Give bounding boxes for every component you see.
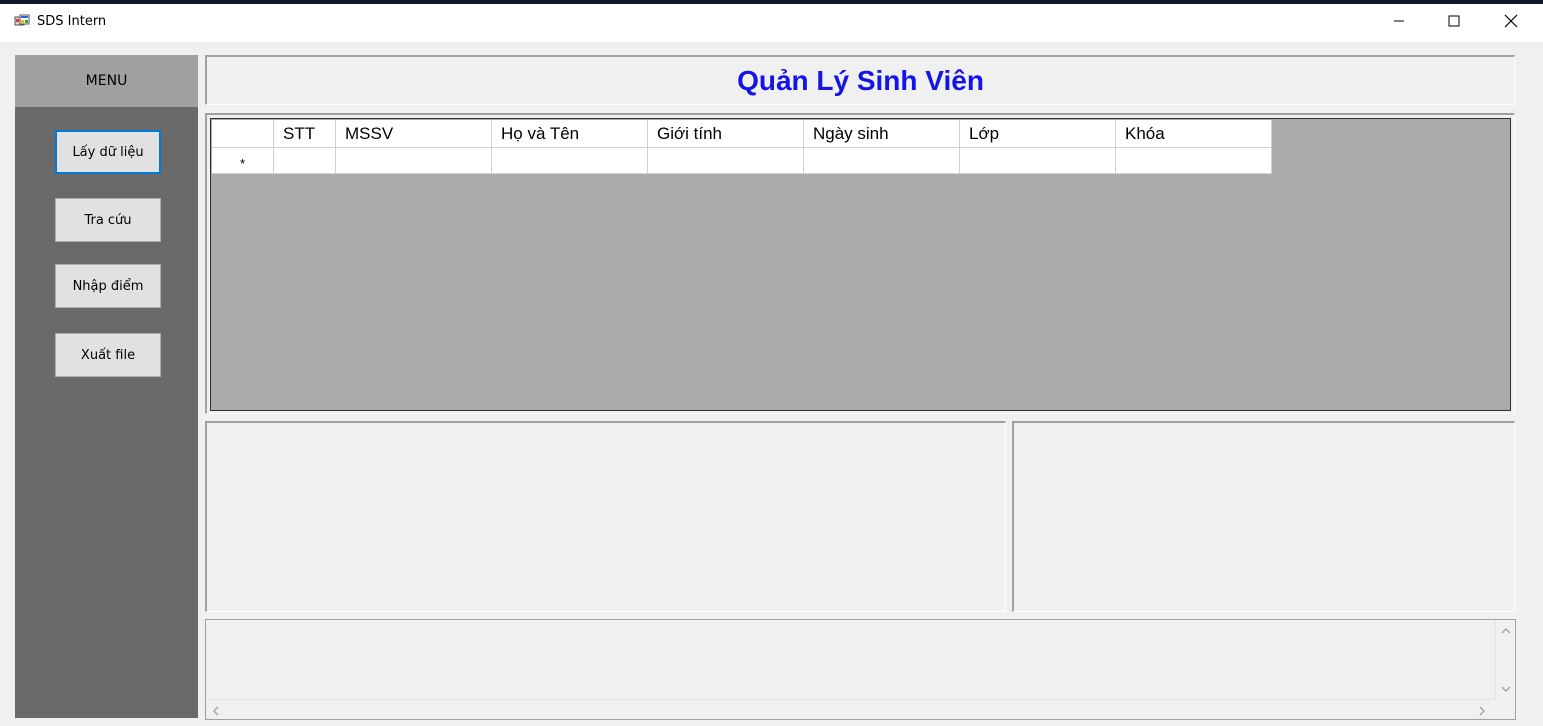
window-title: SDS Intern xyxy=(37,14,107,29)
column-header-course[interactable]: Khóa xyxy=(1116,120,1272,148)
close-button[interactable] xyxy=(1483,4,1539,42)
new-row[interactable]: * xyxy=(212,148,1272,174)
new-row-cell-mssv[interactable] xyxy=(336,148,492,174)
grid-header-row: STT MSSV Họ và Tên Giới tính Ngày sinh L… xyxy=(212,120,1272,148)
new-row-cell-birthdate[interactable] xyxy=(804,148,960,174)
detail-panel-left xyxy=(205,421,1006,612)
minimize-button[interactable] xyxy=(1371,4,1427,42)
page-title: Quản Lý Sinh Viên xyxy=(737,64,984,96)
new-row-cell-gender[interactable] xyxy=(648,148,804,174)
header-panel: Quản Lý Sinh Viên xyxy=(205,55,1515,105)
scroll-down-icon[interactable] xyxy=(1501,682,1511,696)
minimize-icon xyxy=(1393,14,1405,32)
detail-panel-right xyxy=(1012,421,1515,612)
load-data-button[interactable]: Lấy dữ liệu xyxy=(55,130,161,174)
title-bar[interactable]: SDS Intern xyxy=(0,4,1543,42)
new-row-marker[interactable]: * xyxy=(212,148,274,174)
scroll-left-icon[interactable] xyxy=(212,705,220,719)
close-icon xyxy=(1504,14,1518,33)
new-row-cell-class[interactable] xyxy=(960,148,1116,174)
scroll-right-icon[interactable] xyxy=(1478,705,1486,719)
column-header-stt[interactable]: STT xyxy=(274,120,336,148)
column-header-gender[interactable]: Giới tính xyxy=(648,120,804,148)
column-header-class[interactable]: Lớp xyxy=(960,120,1116,148)
column-header-mssv[interactable]: MSSV xyxy=(336,120,492,148)
scroll-up-icon[interactable] xyxy=(1501,624,1511,638)
column-header-full-name[interactable]: Họ và Tên xyxy=(492,120,648,148)
grid-corner-header[interactable] xyxy=(212,120,274,148)
maximize-icon xyxy=(1448,14,1460,32)
sidebar-menu: MENU Lấy dữ liệu Tra cứu Nhập điểm Xuất … xyxy=(15,55,198,718)
vertical-scrollbar[interactable] xyxy=(1495,620,1515,700)
app-window: SDS Intern MENU Lấy dữ liệu Tra cứu Nhập… xyxy=(0,4,1543,726)
enter-grades-button[interactable]: Nhập điểm xyxy=(55,264,161,308)
app-icon xyxy=(14,14,30,30)
student-data-grid[interactable]: STT MSSV Họ và Tên Giới tính Ngày sinh L… xyxy=(210,118,1511,411)
menu-header: MENU xyxy=(15,55,198,107)
grid-panel: STT MSSV Họ và Tên Giới tính Ngày sinh L… xyxy=(205,113,1515,414)
new-row-cell-stt[interactable] xyxy=(274,148,336,174)
column-header-birthdate[interactable]: Ngày sinh xyxy=(804,120,960,148)
maximize-button[interactable] xyxy=(1426,4,1482,42)
new-row-cell-full-name[interactable] xyxy=(492,148,648,174)
horizontal-scrollbar[interactable] xyxy=(206,699,1495,719)
new-row-cell-course[interactable] xyxy=(1116,148,1272,174)
log-textbox[interactable] xyxy=(205,619,1516,720)
lookup-button[interactable]: Tra cứu xyxy=(55,198,161,242)
export-file-button[interactable]: Xuất file xyxy=(55,333,161,377)
